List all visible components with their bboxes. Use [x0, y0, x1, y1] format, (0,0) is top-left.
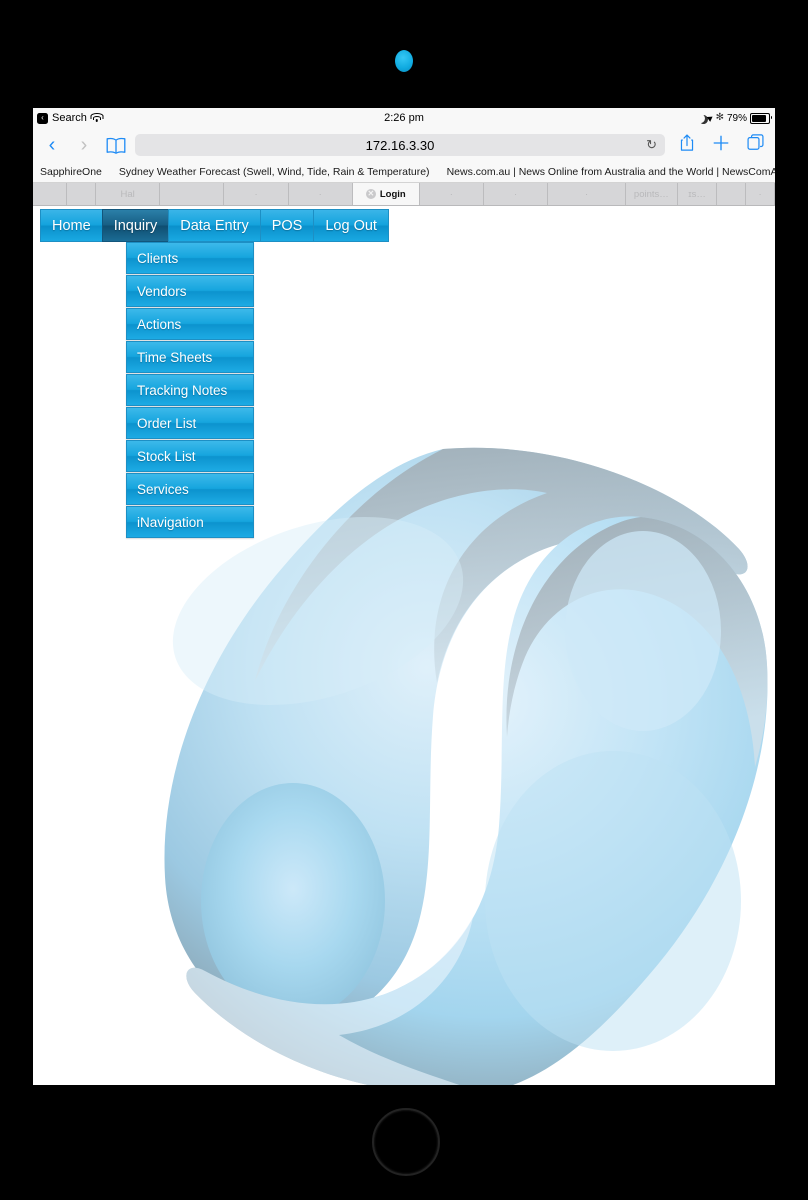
tab-title: · [449, 188, 453, 200]
tab-3[interactable] [160, 183, 225, 205]
tab-title: Hal [120, 188, 135, 200]
tab-7[interactable]: · [419, 183, 484, 205]
tab-11[interactable]: ɪs… [677, 183, 718, 205]
dropdown-item-actions[interactable]: Actions [126, 308, 254, 340]
favorite-link-news[interactable]: News.com.au | News Online from Australia… [447, 166, 775, 178]
dropdown-item-label: Tracking Notes [137, 382, 228, 398]
moon-icon [694, 112, 706, 124]
tab-title: Login [379, 188, 406, 200]
nav-item-label: Data Entry [180, 217, 249, 234]
inquiry-dropdown-menu: Clients Vendors Actions Time Sheets Tracking… [126, 242, 254, 539]
nav-item-inquiry[interactable]: Inquiry [101, 209, 169, 242]
status-bar-right: ✻ 79% [694, 112, 772, 124]
tab-12[interactable] [717, 183, 747, 205]
tab-0[interactable] [33, 183, 68, 205]
dropdown-item-vendors[interactable]: Vendors [126, 275, 254, 307]
dropdown-item-label: Time Sheets [137, 349, 213, 365]
front-camera-dot [395, 50, 413, 72]
address-bar[interactable]: 172.16.3.30 ↻ [135, 134, 665, 156]
tab-title: ɪs… [688, 188, 706, 200]
tab-5[interactable]: · [288, 183, 353, 205]
dropdown-item-services[interactable]: Services [126, 473, 254, 505]
dropdown-item-tracking-notes[interactable]: Tracking Notes [126, 374, 254, 406]
web-page-content: Home Inquiry Data Entry POS Log Out Clients V… [33, 206, 775, 1085]
tab-title: · [585, 188, 589, 200]
tab-title: · [254, 188, 258, 200]
share-icon[interactable] [675, 133, 699, 157]
dropdown-item-order-list[interactable]: Order List [126, 407, 254, 439]
forward-button[interactable]: › [73, 135, 95, 155]
tab-title: · [758, 188, 762, 200]
dropdown-item-clients[interactable]: Clients [126, 242, 254, 274]
tab-13[interactable]: · [746, 183, 775, 205]
battery-icon [750, 112, 772, 124]
logo-right-bulb-highlight [565, 531, 721, 731]
tab-8[interactable]: · [483, 183, 549, 205]
dropdown-item-label: Services [137, 481, 189, 497]
nav-item-label: Log Out [325, 217, 377, 234]
address-bar-url[interactable]: 172.16.3.30 [366, 138, 435, 153]
nav-item-log-out[interactable]: Log Out [313, 209, 389, 242]
safari-toolbar: ‹ › 172.16.3.30 ↻ [33, 128, 775, 162]
nav-item-data-entry[interactable]: Data Entry [168, 209, 260, 242]
reload-icon[interactable]: ↻ [646, 137, 657, 153]
nav-item-label: Home [52, 217, 91, 234]
nav-item-label: Inquiry [113, 217, 158, 234]
tab-title: points… [633, 188, 669, 200]
main-navigation-bar: Home Inquiry Data Entry POS Log Out [40, 209, 389, 242]
dropdown-item-inavigation[interactable]: iNavigation [126, 506, 254, 538]
device-screen: ‹ Search 2:26 pm ✻ 79% ‹ › 172.16.3.30 ↻… [33, 108, 775, 1085]
dropdown-item-label: Stock List [137, 448, 196, 464]
new-tab-button[interactable] [709, 134, 733, 157]
dropdown-item-label: iNavigation [137, 514, 204, 530]
dropdown-item-time-sheets[interactable]: Time Sheets [126, 341, 254, 373]
dropdown-item-stock-list[interactable]: Stock List [126, 440, 254, 472]
favorite-link-sapphireone[interactable]: SapphireOne [40, 166, 102, 178]
tab-4[interactable]: · [224, 183, 289, 205]
ipad-device: ‹ Search 2:26 pm ✻ 79% ‹ › 172.16.3.30 ↻… [0, 0, 808, 1200]
logo-right-body-highlight [485, 751, 741, 1051]
tab-9[interactable]: · [548, 183, 627, 205]
favorite-link-sydney-weather[interactable]: Sydney Weather Forecast (Swell, Wind, Ti… [119, 166, 430, 178]
dropdown-item-label: Clients [137, 250, 179, 266]
nav-item-home[interactable]: Home [40, 209, 102, 242]
tab-title: · [318, 188, 322, 200]
tab-active-login[interactable]: ✕ Login [352, 183, 420, 205]
bookmarks-icon[interactable] [105, 137, 126, 154]
tab-title: · [514, 188, 518, 200]
nav-item-pos[interactable]: POS [259, 209, 314, 242]
tab-2[interactable]: Hal [96, 183, 161, 205]
status-bar-clock: 2:26 pm [384, 112, 424, 124]
battery-percent-label: 79% [726, 112, 747, 124]
dropdown-item-label: Order List [137, 415, 197, 431]
favorites-bar: SapphireOne Sydney Weather Forecast (Swe… [33, 162, 775, 183]
back-button[interactable]: ‹ [41, 135, 63, 155]
home-button[interactable] [372, 1108, 440, 1176]
tabs-overview-icon[interactable] [743, 133, 767, 157]
tab-1[interactable] [67, 183, 97, 205]
tab-close-icon[interactable]: ✕ [365, 189, 376, 199]
bluetooth-icon: ✻ [715, 112, 724, 123]
dropdown-item-label: Vendors [137, 283, 187, 299]
location-arrow-icon [706, 114, 714, 122]
safari-tab-strip: Hal · · ✕ Login · · · points… ɪs… · [33, 183, 775, 206]
dropdown-item-label: Actions [137, 316, 182, 332]
nav-item-label: POS [271, 217, 303, 234]
ios-status-bar: ‹ Search 2:26 pm ✻ 79% [33, 108, 775, 128]
tab-10[interactable]: points… [626, 183, 678, 205]
